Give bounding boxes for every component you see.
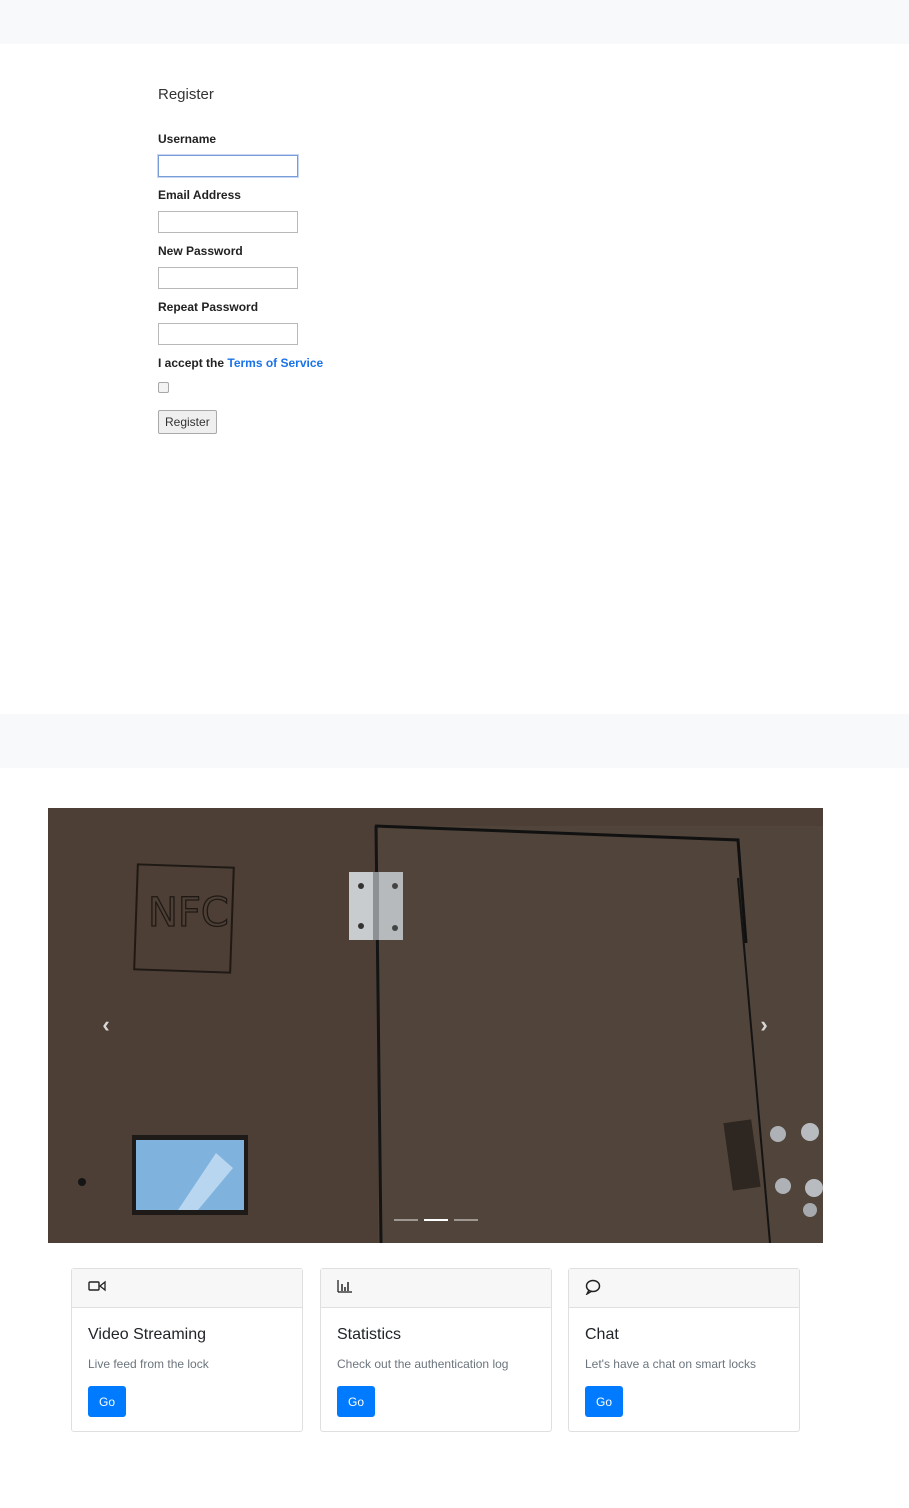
register-form: Register Username Email Address New Pass… — [158, 84, 458, 434]
go-button[interactable]: Go — [88, 1386, 126, 1417]
carousel-next-button[interactable]: › — [744, 1008, 784, 1042]
chat-bubble-icon — [585, 1279, 601, 1296]
image-carousel[interactable]: NFC ‹ › — [48, 808, 823, 1243]
new-password-label: New Password — [158, 244, 243, 258]
go-button[interactable]: Go — [337, 1386, 375, 1417]
door-photo: NFC — [48, 808, 823, 1243]
chevron-right-icon: › — [760, 1012, 768, 1037]
card-title: Chat — [585, 1326, 619, 1343]
card-text: Check out the authentication log — [337, 1357, 509, 1371]
carousel-indicator[interactable] — [394, 1219, 418, 1221]
register-title: Register — [158, 86, 214, 103]
nfc-handwritten-label: NFC — [148, 890, 229, 936]
card-title: Video Streaming — [88, 1326, 206, 1343]
email-input[interactable] — [158, 211, 298, 233]
card-video-streaming: Video Streaming Live feed from the lock … — [71, 1268, 303, 1432]
chevron-left-icon: ‹ — [102, 1012, 110, 1037]
bar-chart-icon — [337, 1280, 352, 1293]
accept-terms-label: I accept the Terms of Service — [158, 356, 323, 370]
card-header — [321, 1269, 551, 1308]
new-password-input[interactable] — [158, 267, 298, 289]
card-header — [569, 1269, 799, 1308]
carousel-prev-button[interactable]: ‹ — [86, 1008, 126, 1042]
carousel-indicator-active[interactable] — [424, 1219, 448, 1221]
repeat-password-input[interactable] — [158, 323, 298, 345]
terms-of-service-link[interactable]: Terms of Service — [227, 356, 323, 370]
card-header — [72, 1269, 302, 1308]
email-label: Email Address — [158, 188, 241, 202]
card-text: Let's have a chat on smart locks — [585, 1357, 757, 1371]
carousel-indicator[interactable] — [454, 1219, 478, 1221]
accept-terms-checkbox[interactable] — [158, 382, 169, 393]
repeat-password-label: Repeat Password — [158, 300, 259, 314]
username-input[interactable] — [158, 155, 298, 177]
secondary-navbar — [0, 714, 909, 768]
top-navbar — [0, 0, 909, 44]
video-camera-icon — [88, 1280, 106, 1292]
register-button[interactable]: Register — [158, 410, 217, 434]
card-statistics: Statistics Check out the authentication … — [320, 1268, 552, 1432]
card-text: Live feed from the lock — [88, 1357, 209, 1371]
card-chat: Chat Let's have a chat on smart locks Go — [568, 1268, 800, 1432]
card-title: Statistics — [337, 1326, 402, 1343]
username-label: Username — [158, 132, 217, 146]
carousel-indicators — [394, 1219, 478, 1221]
accept-terms-prefix: I accept the — [158, 356, 225, 370]
go-button[interactable]: Go — [585, 1386, 623, 1417]
